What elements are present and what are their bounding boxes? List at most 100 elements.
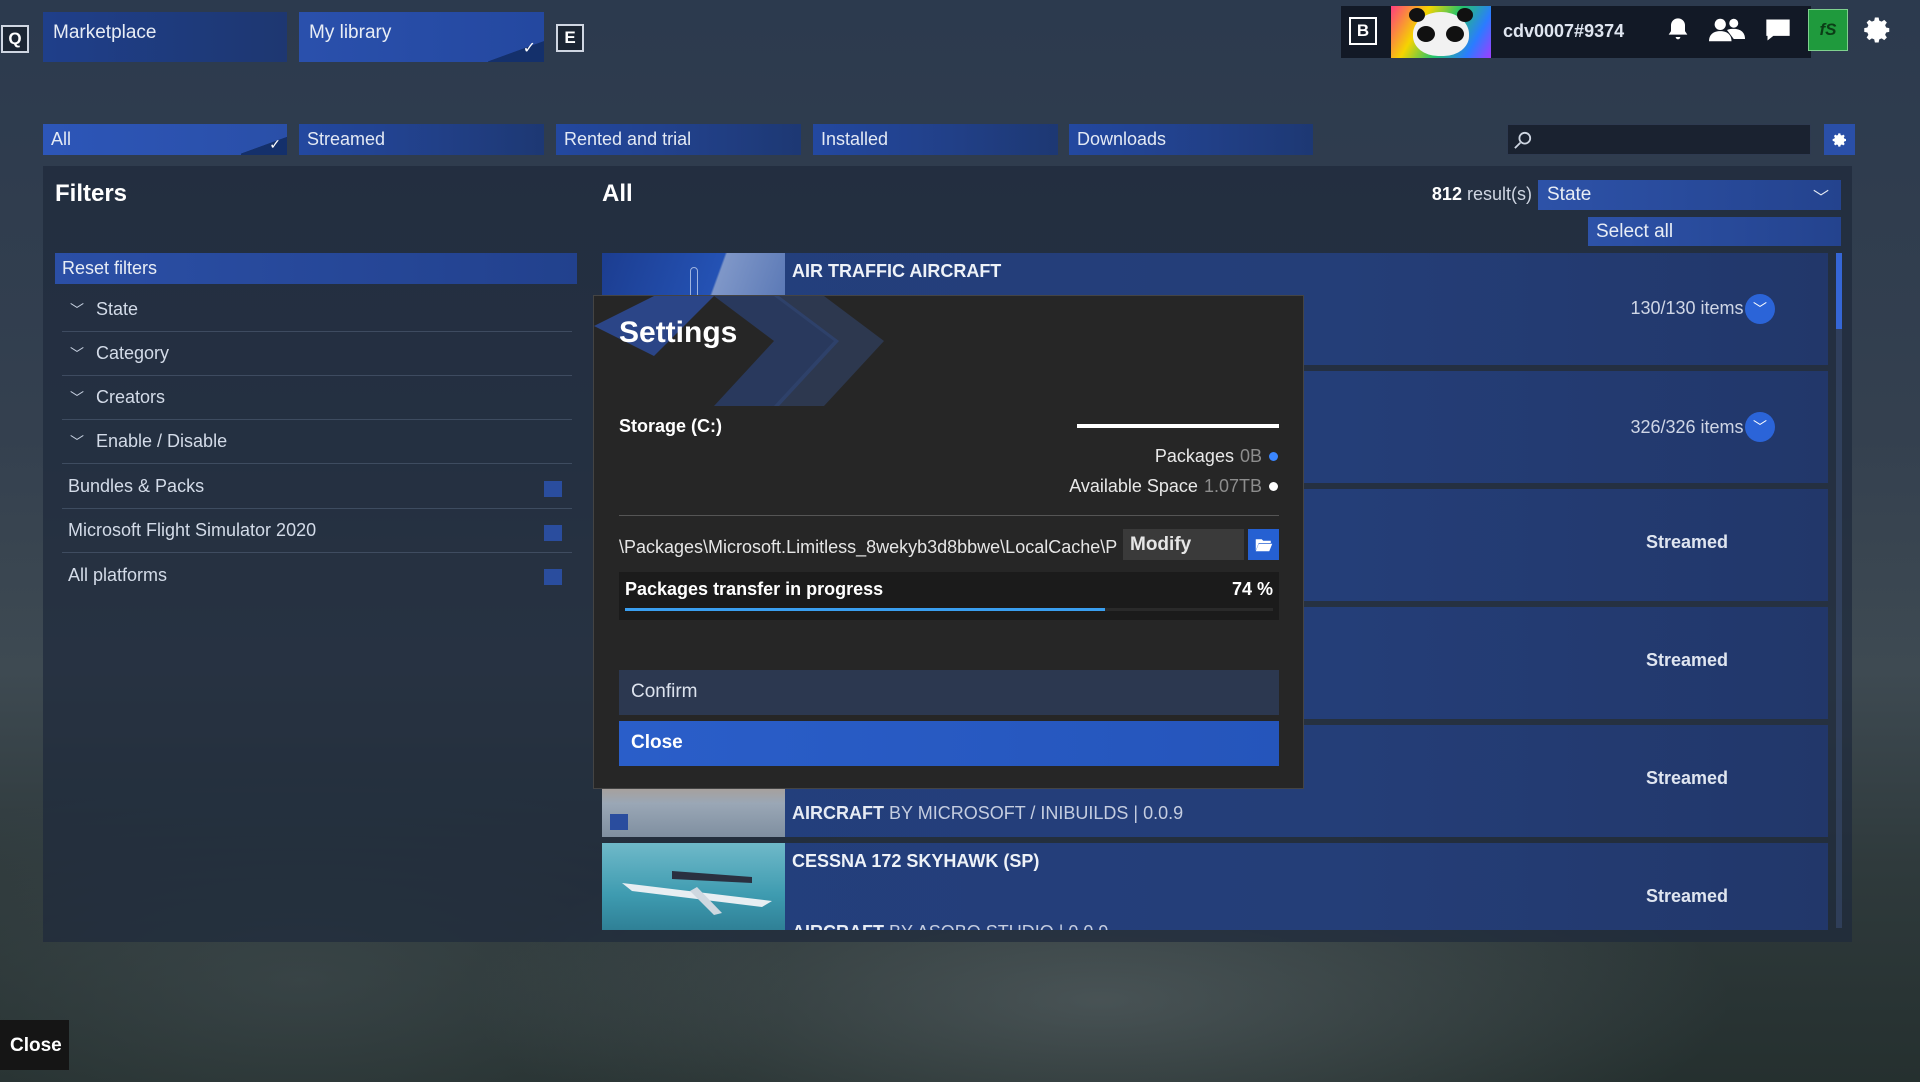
item-category: AIRCRAFT xyxy=(792,922,884,930)
filter-toggle-all-platforms[interactable]: All platforms xyxy=(62,553,572,597)
item-subtitle: AIRCRAFT BY MICROSOFT / INIBUILDS | 0.0.… xyxy=(792,803,1183,824)
settings-dialog: Settings Storage (C:) Packages 0B Availa… xyxy=(593,295,1304,789)
filter-group-creators[interactable]: ﹀ Creators xyxy=(62,376,572,420)
search-input[interactable] xyxy=(1507,124,1811,155)
available-label: Available Space xyxy=(1069,476,1198,496)
item-status: Streamed xyxy=(1645,650,1729,670)
transfer-label: Packages transfer in progress xyxy=(625,579,884,599)
storage-usage-bar xyxy=(1077,424,1279,428)
filter-label: Category xyxy=(96,343,170,363)
fs-shop-icon[interactable]: fS xyxy=(1808,9,1848,51)
progress-track xyxy=(625,608,1273,611)
transfer-percent: 74 % xyxy=(1231,579,1273,599)
filter-label: Creators xyxy=(96,387,166,407)
item-category: AIRCRAFT xyxy=(792,803,884,823)
expand-chevron-icon[interactable]: ﹀ xyxy=(1745,412,1775,442)
packages-dot-icon xyxy=(1269,452,1278,461)
filter-label: State xyxy=(96,299,139,319)
item-subtitle: AIRCRAFT BY ASOBO STUDIO | 0.0.9 xyxy=(792,922,1108,930)
item-status: 130/130 items xyxy=(1630,298,1744,318)
chevron-down-icon: ﹀ xyxy=(1812,190,1829,207)
filter-label: Enable / Disable xyxy=(96,431,228,451)
filter-checkbox[interactable] xyxy=(544,525,562,541)
search-settings-button[interactable] xyxy=(1824,124,1855,155)
bell-icon[interactable] xyxy=(1660,12,1696,48)
footer-close-button[interactable]: Close xyxy=(0,1020,69,1070)
item-status: Streamed xyxy=(1645,768,1729,788)
e-key-hint: E xyxy=(556,24,584,52)
reset-filters-button[interactable]: Reset filters xyxy=(55,253,577,284)
select-checkbox[interactable] xyxy=(610,814,628,830)
friends-icon[interactable] xyxy=(1709,12,1745,48)
install-path: \Packages\Microsoft.Limitless_8wekyb3d8b… xyxy=(619,532,1119,564)
search-icon xyxy=(1514,131,1532,149)
available-dot-icon xyxy=(1269,482,1278,491)
q-key-hint: Q xyxy=(1,25,29,53)
tab-streamed[interactable]: Streamed xyxy=(299,124,544,155)
tab-rented-and-trial[interactable]: Rented and trial xyxy=(556,124,801,155)
filter-group-state[interactable]: ﹀ State xyxy=(62,288,572,332)
filter-group-enable-disable[interactable]: ﹀ Enable / Disable xyxy=(62,420,572,464)
tab-label: Installed xyxy=(821,129,889,149)
filter-toggle-bundles[interactable]: Bundles & Packs xyxy=(62,465,572,509)
progress-fill xyxy=(625,608,1105,611)
scrollbar-thumb[interactable] xyxy=(1836,253,1842,329)
b-key-hint: B xyxy=(1349,17,1377,45)
tab-installed[interactable]: Installed xyxy=(813,124,1058,155)
selected-check-icon: ✓ xyxy=(241,135,287,155)
results-number: 812 xyxy=(1431,184,1462,204)
install-path-text: \Packages\Microsoft.Limitless_8wekyb3d8b… xyxy=(619,537,1118,557)
item-title: CESSNA 172 SKYHAWK (SP) xyxy=(792,851,1040,871)
packages-legend: Packages 0B xyxy=(1155,446,1278,467)
expand-chevron-icon[interactable]: ﹀ xyxy=(1745,294,1775,324)
tab-all[interactable]: All ✓ xyxy=(43,124,287,155)
tab-label: Rented and trial xyxy=(564,129,692,149)
my-library-label: My library xyxy=(309,22,392,43)
storage-label: Storage (C:) xyxy=(619,416,722,436)
marketplace-tab[interactable]: Marketplace xyxy=(43,12,287,62)
tab-label: Streamed xyxy=(307,129,386,149)
item-title: AIR TRAFFIC AIRCRAFT xyxy=(792,261,1002,281)
filter-checkbox[interactable] xyxy=(544,481,562,497)
chat-icon[interactable] xyxy=(1760,12,1796,48)
selected-check-icon: ✓ xyxy=(488,40,544,62)
chevron-down-icon: ﹀ xyxy=(70,389,84,406)
chevron-down-icon: ﹀ xyxy=(70,433,84,450)
item-status: Streamed xyxy=(1645,886,1729,906)
transfer-progress: Packages transfer in progress 74 % xyxy=(619,572,1279,620)
marketplace-label: Marketplace xyxy=(53,22,157,43)
chevron-down-icon: ﹀ xyxy=(70,301,84,318)
filter-toggle-msfs2020[interactable]: Microsoft Flight Simulator 2020 xyxy=(62,509,572,553)
folder-open-icon[interactable] xyxy=(1248,529,1279,560)
item-status: 326/326 items xyxy=(1630,417,1744,437)
item-status: Streamed xyxy=(1645,532,1729,552)
results-label: result(s) xyxy=(1466,184,1532,204)
select-all-button[interactable]: Select all xyxy=(1588,217,1841,246)
sort-select[interactable]: State ﹀ xyxy=(1538,180,1841,210)
confirm-button[interactable]: Confirm xyxy=(619,670,1279,715)
available-value: 1.07TB xyxy=(1203,476,1262,496)
gear-icon xyxy=(1832,132,1846,147)
filter-group-category[interactable]: ﹀ Category xyxy=(62,332,572,376)
gear-icon[interactable] xyxy=(1860,12,1896,48)
modify-button[interactable]: Modify xyxy=(1123,529,1244,560)
search-field[interactable] xyxy=(1538,128,1806,152)
username: cdv0007#9374 xyxy=(1503,21,1625,41)
list-scrollbar[interactable] xyxy=(1836,253,1842,928)
tab-downloads[interactable]: Downloads xyxy=(1069,124,1313,155)
avatar[interactable] xyxy=(1391,6,1491,58)
list-item[interactable]: CESSNA 172 SKYHAWK (SP) Streamed AIRCRAF… xyxy=(602,843,1828,930)
thumbnail xyxy=(602,843,785,930)
tab-label: All xyxy=(51,129,72,149)
sort-label: State xyxy=(1547,184,1592,205)
item-meta: BY MICROSOFT / INIBUILDS | 0.0.9 xyxy=(889,803,1184,823)
filter-checkbox[interactable] xyxy=(544,569,562,585)
packages-value: 0B xyxy=(1239,446,1262,466)
filters-title: Filters xyxy=(55,180,128,207)
results-count: 812 result(s) xyxy=(1410,184,1532,205)
close-button[interactable]: Close xyxy=(619,721,1279,766)
decorative-chevrons xyxy=(594,296,884,406)
filter-label: Bundles & Packs xyxy=(68,476,205,496)
my-library-tab[interactable]: My library ✓ xyxy=(299,12,544,62)
tab-label: Downloads xyxy=(1077,129,1167,149)
